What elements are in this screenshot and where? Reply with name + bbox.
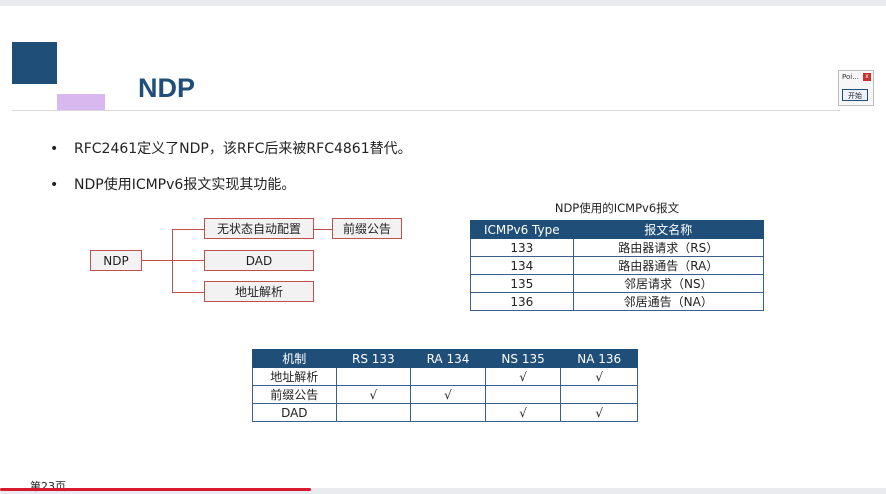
bullet-dot: • — [50, 177, 59, 193]
table-cell: √ — [335, 385, 412, 404]
col-header: RS 133 — [335, 349, 412, 368]
tree-branch-dad: DAD — [204, 250, 314, 271]
table-row: 前缀公告 √ √ — [252, 385, 638, 404]
slide-title: NDP — [138, 73, 196, 103]
bullet-text: NDP使用ICMPv6报文实现其功能。 — [74, 177, 296, 193]
page-number: 第23页 — [30, 480, 66, 493]
icmp-table: ICMPv6 Type 报文名称 133 路由器请求（RS） 134 路由器通告… — [470, 220, 765, 311]
tree-branch-address-resolution: 地址解析 — [204, 281, 314, 302]
table-header-row: 机制 RS 133 RA 134 NS 135 NA 136 — [252, 349, 638, 368]
playback-progress-bar[interactable] — [0, 488, 311, 491]
table-cell: 地址解析 — [252, 367, 337, 386]
table-cell — [410, 403, 486, 422]
mechanism-table: 机制 RS 133 RA 134 NS 135 NA 136 地址解析 √ √ … — [252, 349, 638, 422]
floating-widget[interactable]: Poi... x 开始 — [838, 70, 874, 106]
tree-branch-slaac: 无状态自动配置 — [204, 218, 314, 239]
table-row: 136 邻居通告（NA） — [470, 292, 765, 311]
table-row: DAD √ √ — [252, 403, 638, 422]
table-cell — [335, 367, 412, 386]
tree-connector — [314, 229, 332, 230]
col-header: ICMPv6 Type — [470, 220, 574, 239]
table-cell: √ — [560, 403, 638, 422]
widget-title: Poi... — [842, 73, 859, 81]
slide-canvas: NDP • RFC2461定义了NDP，该RFC后来被RFC4861替代。 • … — [0, 6, 886, 493]
table-cell: 前缀公告 — [252, 385, 337, 404]
tree-connector — [172, 229, 204, 230]
table-row: 135 邻居请求（NS） — [470, 274, 765, 293]
bullet-item: • NDP使用ICMPv6报文实现其功能。 — [50, 176, 412, 194]
bullet-dot: • — [50, 141, 59, 157]
bullet-item: • RFC2461定义了NDP，该RFC后来被RFC4861替代。 — [50, 140, 412, 158]
close-icon[interactable]: x — [863, 73, 871, 81]
table-cell: √ — [560, 367, 638, 386]
col-header: RA 134 — [410, 349, 486, 368]
table-cell: √ — [484, 403, 562, 422]
table-cell: DAD — [252, 403, 337, 422]
tree-connector — [172, 260, 204, 261]
table-row: 133 路由器请求（RS） — [470, 238, 765, 257]
table-cell: 路由器通告（RA） — [572, 256, 765, 275]
table-cell — [560, 385, 638, 404]
table-cell — [410, 367, 486, 386]
tree-connector — [172, 292, 204, 293]
table-cell: 路由器请求（RS） — [572, 238, 765, 257]
table-cell: 133 — [470, 238, 574, 257]
col-header: NS 135 — [484, 349, 562, 368]
table-cell: 136 — [470, 292, 574, 311]
tree-leaf-prefix-advert: 前缀公告 — [332, 218, 402, 239]
col-header: 报文名称 — [572, 220, 765, 239]
table-cell: √ — [410, 385, 486, 404]
table-cell: 135 — [470, 274, 574, 293]
col-header: NA 136 — [560, 349, 638, 368]
title-divider — [12, 110, 840, 111]
tree-root-ndp: NDP — [90, 250, 142, 271]
bullet-list: • RFC2461定义了NDP，该RFC后来被RFC4861替代。 • NDP使… — [50, 140, 412, 212]
tree-connector — [142, 260, 172, 261]
table-cell: √ — [484, 367, 562, 386]
table-cell: 134 — [470, 256, 574, 275]
start-button[interactable]: 开始 — [842, 89, 868, 101]
table-cell: 邻居请求（NS） — [572, 274, 765, 293]
table-cell — [484, 385, 562, 404]
table-cell: 邻居通告（NA） — [572, 292, 765, 311]
table-header-row: ICMPv6 Type 报文名称 — [470, 220, 765, 239]
icmp-table-caption: NDP使用的ICMPv6报文 — [554, 201, 680, 215]
bullet-text: RFC2461定义了NDP，该RFC后来被RFC4861替代。 — [74, 141, 412, 157]
table-row: 地址解析 √ √ — [252, 367, 638, 386]
col-header: 机制 — [252, 349, 337, 368]
table-row: 134 路由器通告（RA） — [470, 256, 765, 275]
decor-purple-bar — [57, 94, 105, 110]
table-cell — [335, 403, 412, 422]
decor-blue-square — [12, 42, 57, 84]
